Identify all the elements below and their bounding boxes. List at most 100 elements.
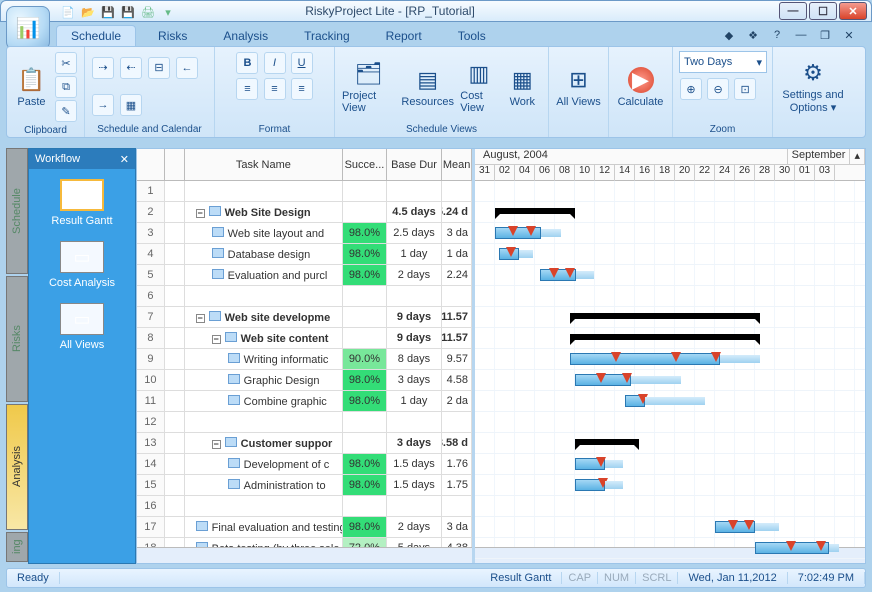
cell-success[interactable]: 98.0%	[343, 223, 387, 243]
settings-button[interactable]: ⚙ Settings and Options ▾	[779, 53, 847, 121]
table-row[interactable]: 10Graphic Design98.0%3 days4.58	[137, 370, 472, 391]
row-number[interactable]: 8	[137, 328, 165, 348]
vtab-risks[interactable]: Risks	[6, 276, 28, 402]
cell-mean[interactable]: 1.75	[442, 475, 472, 495]
window-maximize-button[interactable]: ☐	[809, 2, 837, 20]
cell-duration[interactable]	[387, 181, 443, 201]
table-row[interactable]: 12	[137, 412, 472, 433]
table-row[interactable]: 4Database design98.0%1 day1 da	[137, 244, 472, 265]
row-number[interactable]: 1	[137, 181, 165, 201]
table-row[interactable]: 16	[137, 496, 472, 517]
cell-duration[interactable]: 1.5 days	[387, 454, 443, 474]
table-row[interactable]: 13−Customer suppor3 days3.58 d	[137, 433, 472, 454]
bold-button[interactable]: B	[236, 52, 258, 74]
cell-task-name[interactable]: Final evaluation and testing	[185, 517, 343, 537]
row-number[interactable]: 7	[137, 307, 165, 327]
workflow-item[interactable]: ▭All Views	[60, 303, 104, 351]
cell-task-name[interactable]	[185, 181, 343, 201]
align-left-icon[interactable]: ≡	[236, 78, 258, 100]
row-number[interactable]: 2	[137, 202, 165, 222]
unlink-tasks-icon[interactable]: ⇠	[120, 57, 142, 79]
cell-duration[interactable]: 8 days	[387, 349, 443, 369]
gantt-summary-bar[interactable]	[495, 208, 575, 214]
app-menu-button[interactable]: 📊	[6, 6, 50, 50]
cell-task-name[interactable]: Beta testing (by three sele	[185, 538, 343, 547]
align-right-icon[interactable]: ≡	[291, 78, 313, 100]
cell-task-name[interactable]	[185, 496, 343, 516]
cell-mean[interactable]: 11.57	[442, 307, 472, 327]
mdi-restore-icon[interactable]: ❐	[816, 26, 834, 44]
paste-button[interactable]: 📋 Paste	[13, 53, 50, 121]
cell-mean[interactable]: 1 da	[442, 244, 472, 264]
cell-duration[interactable]: 9 days	[387, 307, 443, 327]
copy-icon[interactable]: ⧉	[55, 76, 77, 98]
row-number[interactable]: 17	[137, 517, 165, 537]
calendar-icon[interactable]: ▦	[120, 94, 142, 116]
cell-task-name[interactable]: Evaluation and purcl	[185, 265, 343, 285]
row-number[interactable]: 13	[137, 433, 165, 453]
cell-success[interactable]: 98.0%	[343, 391, 387, 411]
cell-success[interactable]: 72.0%	[343, 538, 387, 547]
print-icon[interactable]: 🖨	[140, 4, 156, 20]
cell-task-name[interactable]: Database design	[185, 244, 343, 264]
cell-success[interactable]: 98.0%	[343, 454, 387, 474]
zoom-out-icon[interactable]: ⊖	[707, 78, 729, 100]
row-number[interactable]: 3	[137, 223, 165, 243]
save-all-icon[interactable]: 💾	[120, 4, 136, 20]
cell-duration[interactable]: 1.5 days	[387, 475, 443, 495]
work-view-button[interactable]: ▦Work	[503, 53, 542, 121]
cell-success[interactable]	[343, 181, 387, 201]
cell-success[interactable]: 98.0%	[343, 244, 387, 264]
grid-header-mean[interactable]: Mean	[442, 149, 472, 180]
format-painter-icon[interactable]: ✎	[55, 100, 77, 122]
ribbon-tab-risks[interactable]: Risks	[144, 26, 201, 46]
table-row[interactable]: 11Combine graphic98.0%1 day2 da	[137, 391, 472, 412]
cell-duration[interactable]: 2 days	[387, 517, 443, 537]
row-number[interactable]: 11	[137, 391, 165, 411]
italic-button[interactable]: I	[264, 52, 286, 74]
cell-duration[interactable]: 5 days	[387, 538, 443, 547]
grid-header-success[interactable]: Succe...	[343, 149, 387, 180]
cell-mean[interactable]	[442, 496, 472, 516]
grid-header-duration[interactable]: Base Dur	[387, 149, 443, 180]
table-row[interactable]: 2 −Web Site Design 4.5 days5.24 d	[137, 202, 472, 223]
gantt-timescale[interactable]: August, 2004 September ▴ 310204060810121…	[475, 149, 865, 181]
ribbon-tab-schedule[interactable]: Schedule	[56, 25, 136, 46]
resources-button[interactable]: ▤Resources	[400, 53, 455, 121]
table-row[interactable]: 14Development of c98.0%1.5 days1.76	[137, 454, 472, 475]
gantt-task-bar[interactable]	[570, 353, 720, 365]
gantt-task-bar[interactable]	[499, 248, 519, 260]
outdent-icon[interactable]: ←	[176, 57, 198, 79]
workflow-item[interactable]: ▭Cost Analysis	[49, 241, 115, 289]
collapse-icon[interactable]: −	[196, 209, 205, 218]
align-center-icon[interactable]: ≡	[264, 78, 286, 100]
table-row[interactable]: 3Web site layout and98.0%2.5 days3 da	[137, 223, 472, 244]
project-view-button[interactable]: 🗂Project View	[341, 53, 396, 121]
row-number[interactable]: 16	[137, 496, 165, 516]
underline-button[interactable]: U	[291, 52, 313, 74]
cell-task-name[interactable]: −Web Site Design	[185, 202, 343, 222]
vtab-schedule[interactable]: Schedule	[6, 148, 28, 274]
gantt-task-bar[interactable]	[495, 227, 541, 239]
all-views-button[interactable]: ⊞All Views	[555, 53, 602, 121]
zoom-in-icon[interactable]: ⊕	[680, 78, 702, 100]
row-number[interactable]: 10	[137, 370, 165, 390]
cell-success[interactable]	[343, 433, 387, 453]
cell-duration[interactable]: 4.5 days	[387, 202, 443, 222]
cell-mean[interactable]: 2.24	[442, 265, 472, 285]
cut-icon[interactable]: ✂	[55, 52, 77, 74]
table-row[interactable]: 15Administration to98.0%1.5 days1.75	[137, 475, 472, 496]
window-minimize-button[interactable]: —	[779, 2, 807, 20]
table-row[interactable]: 18Beta testing (by three sele72.0%5 days…	[137, 538, 472, 547]
cell-mean[interactable]: 5.24 d	[442, 202, 472, 222]
cell-duration[interactable]: 3 days	[387, 370, 443, 390]
table-row[interactable]: 9Writing informatic90.0%8 days9.57	[137, 349, 472, 370]
cell-success[interactable]	[343, 286, 387, 306]
cell-mean[interactable]: 4.38	[442, 538, 472, 547]
help-icon[interactable]: ?	[768, 26, 786, 44]
cell-mean[interactable]: 11.57	[442, 328, 472, 348]
cell-task-name[interactable]	[185, 412, 343, 432]
cell-task-name[interactable]: −Customer suppor	[185, 433, 343, 453]
zoom-fit-icon[interactable]: ⊡	[734, 78, 756, 100]
zoom-level-select[interactable]: Two Days ▾	[679, 51, 767, 73]
